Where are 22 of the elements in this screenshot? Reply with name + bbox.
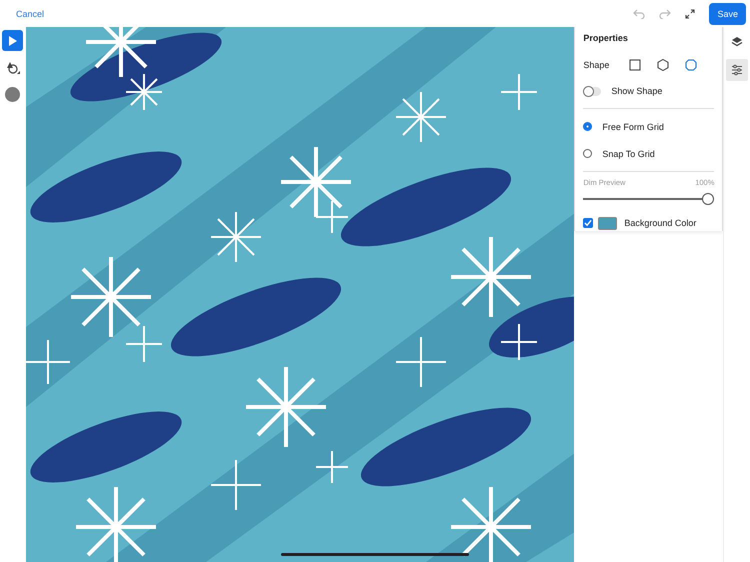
background-color-label: Background Color xyxy=(624,218,696,228)
color-swatch[interactable] xyxy=(598,216,618,230)
square-shape-option[interactable] xyxy=(629,59,642,71)
sliders-icon[interactable] xyxy=(726,59,748,81)
shapes-icon xyxy=(4,60,21,74)
shape-label: Shape xyxy=(583,60,610,70)
show-shape-label: Show Shape xyxy=(611,86,662,96)
grid-option-label: Snap To Grid xyxy=(602,148,655,158)
radio-button[interactable] xyxy=(583,149,592,158)
expand-icon[interactable] xyxy=(685,8,696,18)
slider-thumb[interactable] xyxy=(702,193,714,205)
pointer-icon xyxy=(8,34,18,46)
octagon-shape-option[interactable] xyxy=(685,59,698,71)
hexagon-shape-option[interactable] xyxy=(657,59,670,71)
save-button[interactable]: Save xyxy=(709,2,746,24)
radio-button[interactable] xyxy=(583,122,592,131)
cancel-button[interactable]: Cancel xyxy=(12,6,48,20)
toggle-switch[interactable] xyxy=(583,86,602,96)
pointer-tool-button[interactable] xyxy=(2,30,24,51)
panel-title: Properties xyxy=(583,32,629,45)
grid-option-label: Free Form Grid xyxy=(602,122,664,132)
checkbox[interactable] xyxy=(583,218,594,228)
